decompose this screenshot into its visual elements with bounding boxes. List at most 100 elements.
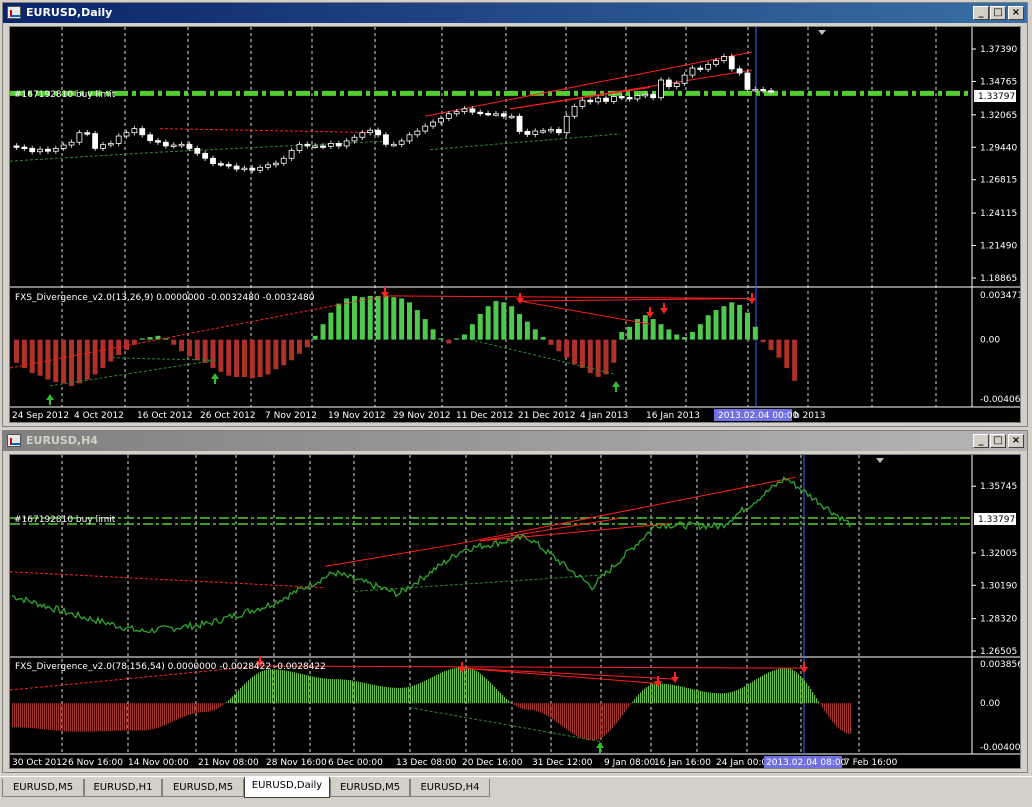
histogram-bar [548,339,554,345]
maximize-button[interactable]: □ [990,6,1006,20]
chart-shift-marker[interactable] [818,30,826,35]
histogram-bar [218,339,224,372]
histogram-bar [556,339,562,352]
histogram-bar [28,703,30,728]
histogram-bar [330,679,332,704]
histogram-bar [42,703,44,730]
histogram-bar [69,339,75,386]
candle-body [92,133,98,149]
price-chart-area[interactable]: #167192810 buy limit FXS_Divergence_v2.0… [9,454,1021,769]
histogram-bar [348,680,350,704]
buy-limit-level-lines[interactable] [10,517,972,525]
histogram-bar [834,703,836,725]
histogram-bar [792,339,798,381]
candle-body [579,99,586,107]
candle-body [351,136,358,142]
histogram-bar [722,693,724,704]
histogram-bar [840,703,842,730]
chart-window-h4[interactable]: EURUSD,H4 _ □ × #167192810 buy limit FXS… [2,430,1028,773]
minimize-button[interactable]: _ [973,434,989,448]
histogram-bar [264,670,266,704]
histogram-bar [392,687,394,704]
divergence-arrow-up [211,373,219,384]
histogram-bar [662,683,664,704]
candle-body [587,99,594,103]
tab-eurusd-daily[interactable]: EURUSD,Daily [244,777,330,798]
tab-eurusd-m5-3[interactable]: EURUSD,M5 [330,779,410,797]
histogram-bar [268,669,270,704]
histogram-bar [750,682,752,704]
histogram-bar [166,703,168,725]
histogram-bar [130,703,132,731]
histogram-bar [496,688,498,704]
candle-body [249,167,256,171]
chart-window-daily[interactable]: EURUSD,Daily _ □ × #167192810 buy limit … [2,2,1028,427]
histogram-bar [98,703,100,732]
tab-eurusd-m5-2[interactable]: EURUSD,M5 [162,779,244,797]
close-button[interactable]: × [1008,6,1024,20]
histogram-bar [518,703,520,708]
histogram-bar [54,703,56,731]
histogram-bar [44,703,46,730]
indicator-trend-line [519,300,651,325]
histogram-bar [324,678,326,704]
histogram-bar [351,295,357,340]
price-axis-labels: 1.35745 1.32005 1.30190 1.28320 1.26505 [972,482,1017,657]
price-tick-label: 1.24115 [980,209,1017,219]
histogram-bar [682,337,688,340]
histogram-bar [786,668,788,704]
histogram-bar [742,687,744,704]
histogram-bar [548,703,550,717]
histogram-bar [430,329,436,340]
histogram-bar [758,677,760,704]
maximize-button[interactable]: □ [990,434,1006,448]
histogram-bar [603,339,609,375]
histogram-bar [697,324,703,340]
candle-body [155,140,161,143]
histogram-bar [408,686,410,704]
trend-line [429,133,621,151]
histogram-bar [172,703,174,722]
divergence-arrow-down [748,293,756,304]
histogram-bar [678,685,680,704]
indicator-trend-line [461,667,676,680]
histogram-bar [638,694,640,704]
histogram-bar [768,672,770,704]
window-titlebar[interactable]: EURUSD,H4 _ □ × [3,431,1027,451]
histogram-bar [452,668,454,704]
histogram-bar [108,339,114,362]
time-tick-label: 7 Nov 2012 [265,411,317,421]
candle-body [288,150,295,159]
tab-eurusd-h4[interactable]: EURUSD,H4 [410,779,490,797]
histogram-bar [606,703,608,735]
candle-body [571,105,578,117]
histogram-bar [560,703,562,726]
minimize-button[interactable]: _ [973,6,989,20]
histogram-bar [367,295,373,340]
histogram-bar [382,686,384,704]
price-chart-area[interactable]: #167192810 buy limit FXS_Divergence_v2.0… [9,26,1021,423]
chart-shift-marker[interactable] [876,458,884,463]
close-button[interactable]: × [1008,434,1024,448]
histogram-bar [770,671,772,704]
histogram-bar [578,703,580,737]
time-tick-label: 16 Jan 16:00 [654,758,711,768]
histogram-bar [612,703,614,729]
histogram-bar [262,670,264,704]
tab-eurusd-m5-1[interactable]: EURUSD,M5 [2,779,84,797]
indicator-axis-labels: 0.003856 0.00 -0.004008 [980,660,1020,753]
candle-body [398,140,405,145]
candle-body [736,68,743,74]
histogram-bar [684,687,686,704]
candle-body [406,134,413,142]
histogram-bar [500,693,502,704]
window-titlebar[interactable]: EURUSD,Daily _ □ × [3,3,1027,23]
histogram-bar [446,339,452,344]
histogram-bar [139,338,145,340]
histogram-bar [485,306,491,340]
tab-eurusd-h1[interactable]: EURUSD,H1 [84,779,162,797]
histogram-bar [272,669,274,704]
histogram-bar [520,703,522,709]
histogram-bar [844,703,846,733]
histogram-bar [96,703,98,732]
